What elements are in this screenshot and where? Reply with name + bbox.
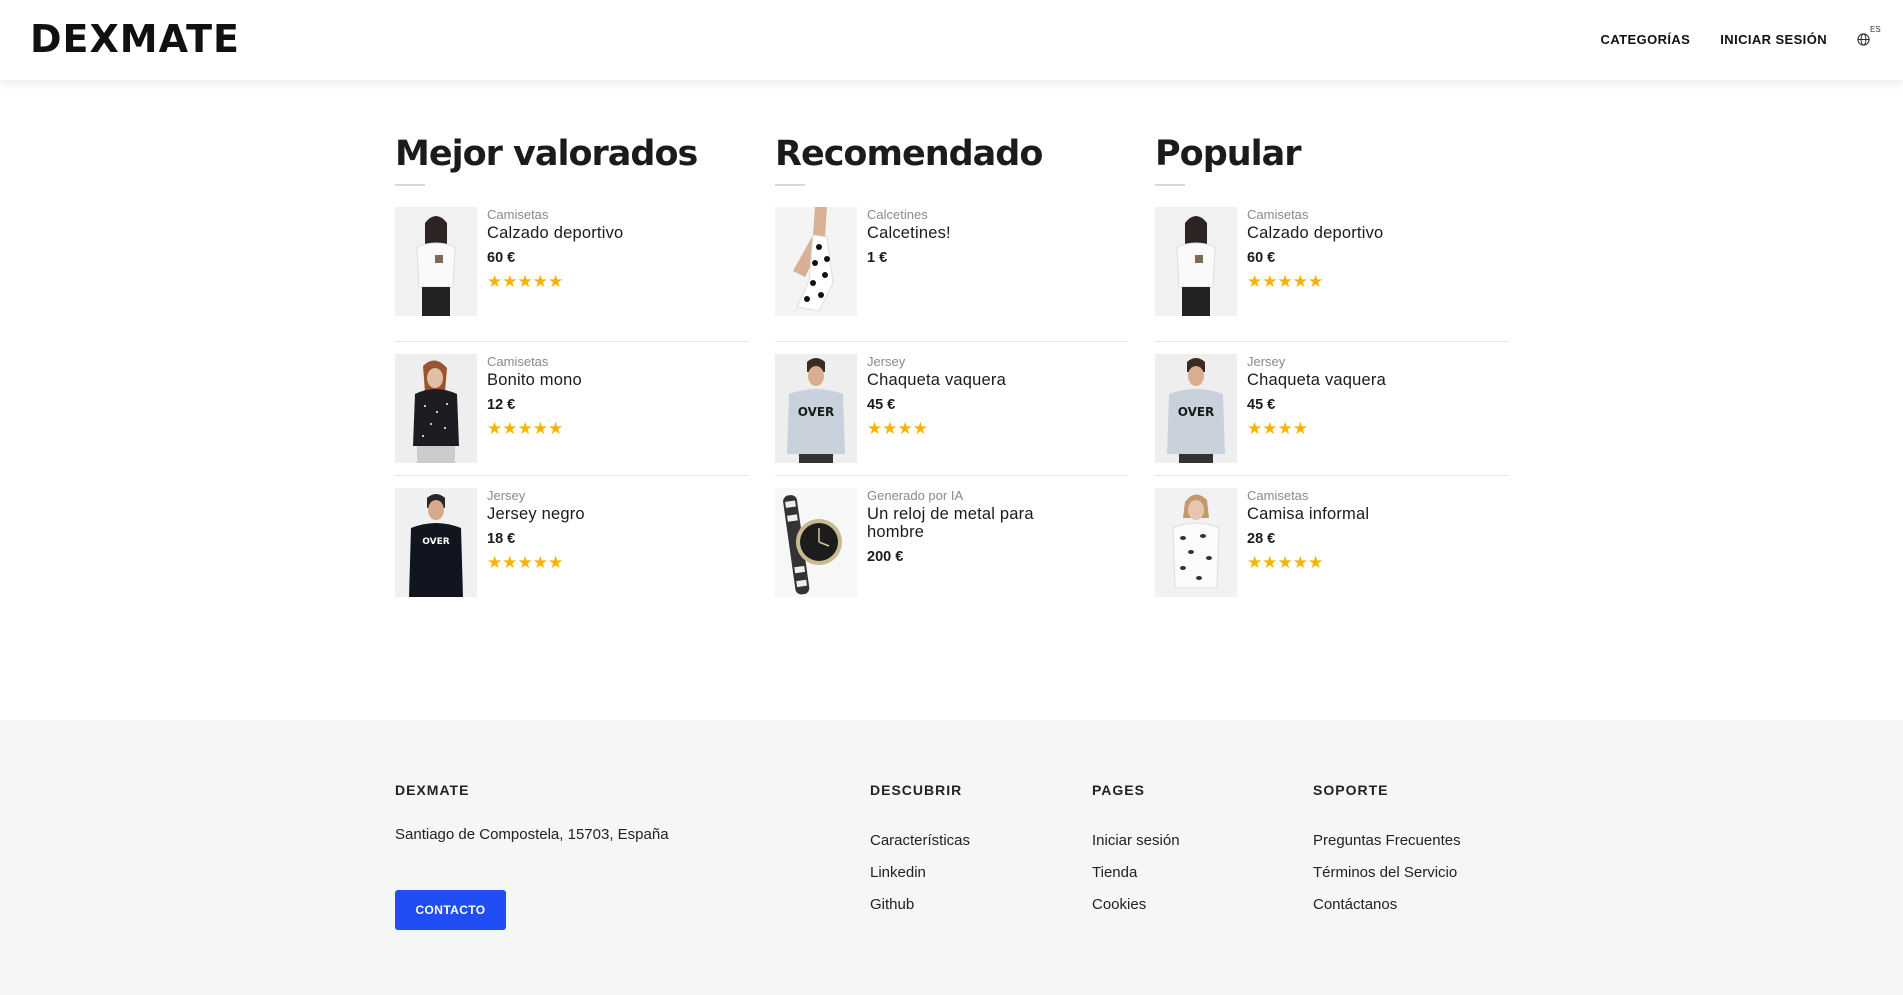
footer-link-faq[interactable]: Preguntas Frecuentes <box>1313 825 1461 857</box>
product-image[interactable] <box>395 354 477 463</box>
star-rating: ★★★★★ <box>487 419 564 438</box>
footer-links: Características Linkedin Github <box>870 825 970 921</box>
product-image[interactable]: OVER <box>395 488 477 597</box>
product-item[interactable]: Generado por IA Un reloj de metal para h… <box>775 475 1128 609</box>
footer-link-contact[interactable]: Contáctanos <box>1313 889 1461 921</box>
title-divider <box>395 184 425 186</box>
product-item[interactable]: Camisetas Calzado deportivo 60 € ★★★★★ <box>395 207 748 341</box>
section-top-rated: Mejor valorados Camisetas Calzado deport… <box>395 130 748 609</box>
section-popular: Popular Camisetas Calzado deportivo 60 €… <box>1155 130 1508 609</box>
product-category: Jersey <box>487 488 526 503</box>
product-image[interactable] <box>775 488 857 597</box>
footer-address: Santiago de Compostela, 15703, España <box>395 826 669 843</box>
footer-link-shop[interactable]: Tienda <box>1092 857 1180 889</box>
product-category: Camisetas <box>1247 488 1309 503</box>
product-price: 12 € <box>487 397 516 413</box>
footer-col-pages: PAGES Iniciar sesión Tienda Cookies <box>1092 782 1180 921</box>
product-price: 1 € <box>867 250 888 266</box>
svg-text:OVER: OVER <box>422 537 450 547</box>
star-rating: ★★★★★ <box>487 553 564 572</box>
footer-heading: DESCUBRIR <box>870 782 963 798</box>
footer-link-github[interactable]: Github <box>870 889 970 921</box>
svg-text:OVER: OVER <box>1178 405 1215 419</box>
product-name[interactable]: Chaqueta vaquera <box>1247 371 1386 389</box>
footer-link-features[interactable]: Características <box>870 825 970 857</box>
product-category: Calcetines <box>867 207 928 222</box>
nav-login[interactable]: INICIAR SESIÓN <box>1720 32 1827 47</box>
site-header: DEXMATE CATEGORÍAS INICIAR SESIÓN ES <box>0 0 1903 80</box>
product-name[interactable]: Bonito mono <box>487 371 582 389</box>
main-nav: CATEGORÍAS INICIAR SESIÓN ES <box>1601 25 1881 48</box>
product-category: Camisetas <box>1247 207 1309 222</box>
product-category: Camisetas <box>487 207 549 222</box>
star-rating: ★★★★★ <box>1247 553 1324 572</box>
product-item[interactable]: Camisetas Bonito mono 12 € ★★★★★ <box>395 341 748 475</box>
footer-heading: SOPORTE <box>1313 782 1389 798</box>
star-rating: ★★★★ <box>867 419 928 438</box>
title-divider <box>775 184 805 186</box>
section-title: Popular <box>1155 134 1302 174</box>
section-recommended: Recomendado Calcetines Calcetines! 1 € O… <box>775 130 1128 609</box>
product-price: 45 € <box>1247 397 1276 413</box>
product-item[interactable]: Calcetines Calcetines! 1 € <box>775 207 1128 341</box>
nav-categories[interactable]: CATEGORÍAS <box>1601 32 1691 47</box>
product-price: 200 € <box>867 549 904 565</box>
language-code: ES <box>1870 25 1881 34</box>
product-name[interactable]: Calzado deportivo <box>1247 224 1383 242</box>
footer-links: Preguntas Frecuentes Términos del Servic… <box>1313 825 1461 921</box>
product-price: 18 € <box>487 531 516 547</box>
product-image[interactable] <box>395 207 477 316</box>
globe-icon <box>1857 33 1870 46</box>
product-name[interactable]: Camisa informal <box>1247 505 1369 523</box>
product-image[interactable]: OVER <box>1155 354 1237 463</box>
product-item[interactable]: OVER Jersey Jersey negro 18 € ★★★★★ <box>395 475 748 609</box>
title-divider <box>1155 184 1185 186</box>
product-name[interactable]: Calcetines! <box>867 224 951 242</box>
footer-link-terms[interactable]: Términos del Servicio <box>1313 857 1461 889</box>
product-price: 60 € <box>487 250 516 266</box>
footer-link-linkedin[interactable]: Linkedin <box>870 857 970 889</box>
footer-link-login[interactable]: Iniciar sesión <box>1092 825 1180 857</box>
product-image[interactable] <box>1155 207 1237 316</box>
product-name[interactable]: Chaqueta vaquera <box>867 371 1006 389</box>
product-image[interactable]: OVER <box>775 354 857 463</box>
product-name[interactable]: Jersey negro <box>487 505 585 523</box>
svg-text:OVER: OVER <box>798 405 835 419</box>
product-category: Jersey <box>867 354 906 369</box>
footer-brand: DEXMATE <box>395 782 470 798</box>
product-item[interactable]: OVER Jersey Chaqueta vaquera 45 € ★★★★ <box>775 341 1128 475</box>
product-item[interactable]: OVER Jersey Chaqueta vaquera 45 € ★★★★ <box>1155 341 1508 475</box>
footer-col-support: SOPORTE Preguntas Frecuentes Términos de… <box>1313 782 1461 921</box>
product-price: 60 € <box>1247 250 1276 266</box>
product-category: Jersey <box>1247 354 1286 369</box>
star-rating: ★★★★ <box>1247 419 1308 438</box>
footer-col-discover: DESCUBRIR Características Linkedin Githu… <box>870 782 970 921</box>
site-logo[interactable]: DEXMATE <box>30 17 240 61</box>
contact-button[interactable]: CONTACTO <box>395 890 506 930</box>
footer-heading: PAGES <box>1092 782 1145 798</box>
footer-links: Iniciar sesión Tienda Cookies <box>1092 825 1180 921</box>
product-item[interactable]: Camisetas Camisa informal 28 € ★★★★★ <box>1155 475 1508 609</box>
product-name[interactable]: Calzado deportivo <box>487 224 623 242</box>
section-title: Mejor valorados <box>395 134 698 174</box>
section-title: Recomendado <box>775 134 1043 174</box>
star-rating: ★★★★★ <box>487 272 564 291</box>
product-image[interactable] <box>1155 488 1237 597</box>
product-price: 28 € <box>1247 531 1276 547</box>
product-image[interactable] <box>775 207 857 316</box>
product-price: 45 € <box>867 397 896 413</box>
product-name[interactable]: Un reloj de metal para hombre <box>867 505 1067 541</box>
star-rating: ★★★★★ <box>1247 272 1324 291</box>
product-columns: Mejor valorados Camisetas Calzado deport… <box>395 130 1508 609</box>
footer-link-cookies[interactable]: Cookies <box>1092 889 1180 921</box>
language-selector[interactable]: ES <box>1857 25 1881 48</box>
site-footer: DEXMATE Santiago de Compostela, 15703, E… <box>0 720 1903 995</box>
product-category: Camisetas <box>487 354 549 369</box>
product-item[interactable]: Camisetas Calzado deportivo 60 € ★★★★★ <box>1155 207 1508 341</box>
product-category: Generado por IA <box>867 488 964 503</box>
